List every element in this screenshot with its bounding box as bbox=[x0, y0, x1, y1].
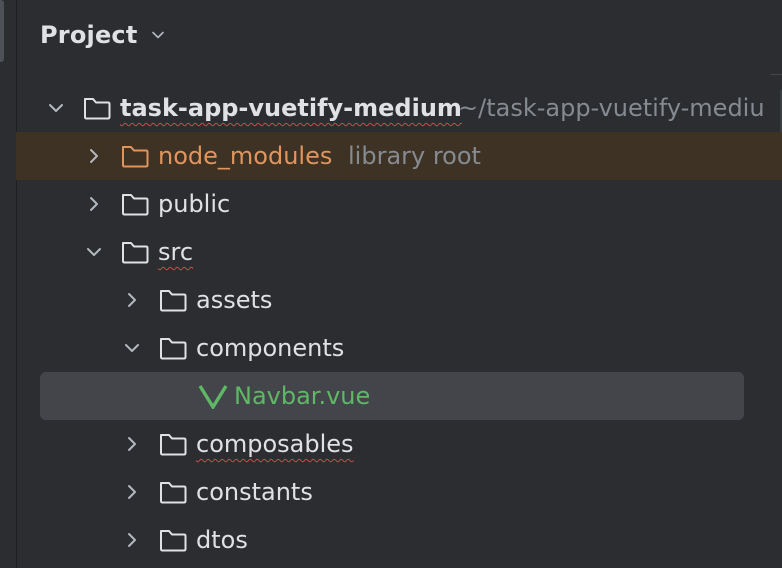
tree-node-label: public bbox=[158, 190, 231, 218]
editor-divider bbox=[770, 74, 782, 75]
tree-node-label: composables bbox=[196, 430, 354, 458]
chevron-down-icon[interactable] bbox=[44, 96, 68, 120]
chevron-right-icon[interactable] bbox=[120, 480, 144, 504]
chevron-right-icon[interactable] bbox=[120, 288, 144, 312]
library-root-note: library root bbox=[348, 142, 481, 170]
tree-node-label: src bbox=[158, 238, 194, 266]
vue-icon bbox=[198, 383, 228, 411]
tree-node-node-modules[interactable]: node_modules library root bbox=[16, 132, 782, 180]
chevron-right-icon[interactable] bbox=[82, 144, 106, 168]
folder-icon bbox=[158, 431, 188, 457]
tree-node-src[interactable]: src bbox=[16, 228, 782, 276]
folder-icon bbox=[158, 479, 188, 505]
project-tree: task-app-vuetify-medium ~/task-app-vueti… bbox=[16, 84, 782, 564]
tree-node-components[interactable]: components bbox=[16, 324, 782, 372]
tree-node-label: constants bbox=[196, 478, 313, 506]
project-view-selector[interactable]: Project bbox=[40, 14, 166, 56]
folder-icon bbox=[82, 95, 112, 121]
tree-node-composables[interactable]: composables bbox=[16, 420, 782, 468]
chevron-down-icon[interactable] bbox=[120, 336, 144, 360]
tree-node-label: Navbar.vue bbox=[234, 382, 371, 410]
tree-node-label: dtos bbox=[196, 526, 248, 554]
tree-node-root[interactable]: task-app-vuetify-medium ~/task-app-vueti… bbox=[16, 84, 782, 132]
chevron-right-icon[interactable] bbox=[82, 192, 106, 216]
folder-icon bbox=[158, 335, 188, 361]
active-tool-marker[interactable] bbox=[0, 0, 4, 62]
project-tool-window: Project task-app-vuetify-medium ~/task-a… bbox=[0, 0, 782, 568]
folder-icon bbox=[158, 527, 188, 553]
chevron-right-icon[interactable] bbox=[120, 528, 144, 552]
chevron-right-icon[interactable] bbox=[120, 432, 144, 456]
tree-node-navbar-vue[interactable]: Navbar.vue bbox=[16, 372, 782, 420]
folder-icon bbox=[120, 191, 150, 217]
tool-window-stripe bbox=[0, 0, 17, 568]
tree-node-label: assets bbox=[196, 286, 273, 314]
panel-title: Project bbox=[40, 21, 138, 49]
chevron-down-icon[interactable] bbox=[150, 27, 166, 43]
selection-highlight bbox=[40, 372, 744, 420]
tree-node-label: task-app-vuetify-medium bbox=[120, 94, 462, 122]
folder-icon bbox=[120, 239, 150, 265]
tree-node-public[interactable]: public bbox=[16, 180, 782, 228]
tree-node-path: ~/task-app-vuetify-mediu bbox=[458, 94, 765, 122]
tree-node-label: node_modules bbox=[158, 142, 333, 170]
tree-node-assets[interactable]: assets bbox=[16, 276, 782, 324]
tree-node-constants[interactable]: constants bbox=[16, 468, 782, 516]
chevron-down-icon[interactable] bbox=[82, 240, 106, 264]
folder-icon bbox=[158, 287, 188, 313]
tree-node-dtos[interactable]: dtos bbox=[16, 516, 782, 564]
folder-icon bbox=[120, 143, 150, 169]
tree-node-label: components bbox=[196, 334, 345, 362]
